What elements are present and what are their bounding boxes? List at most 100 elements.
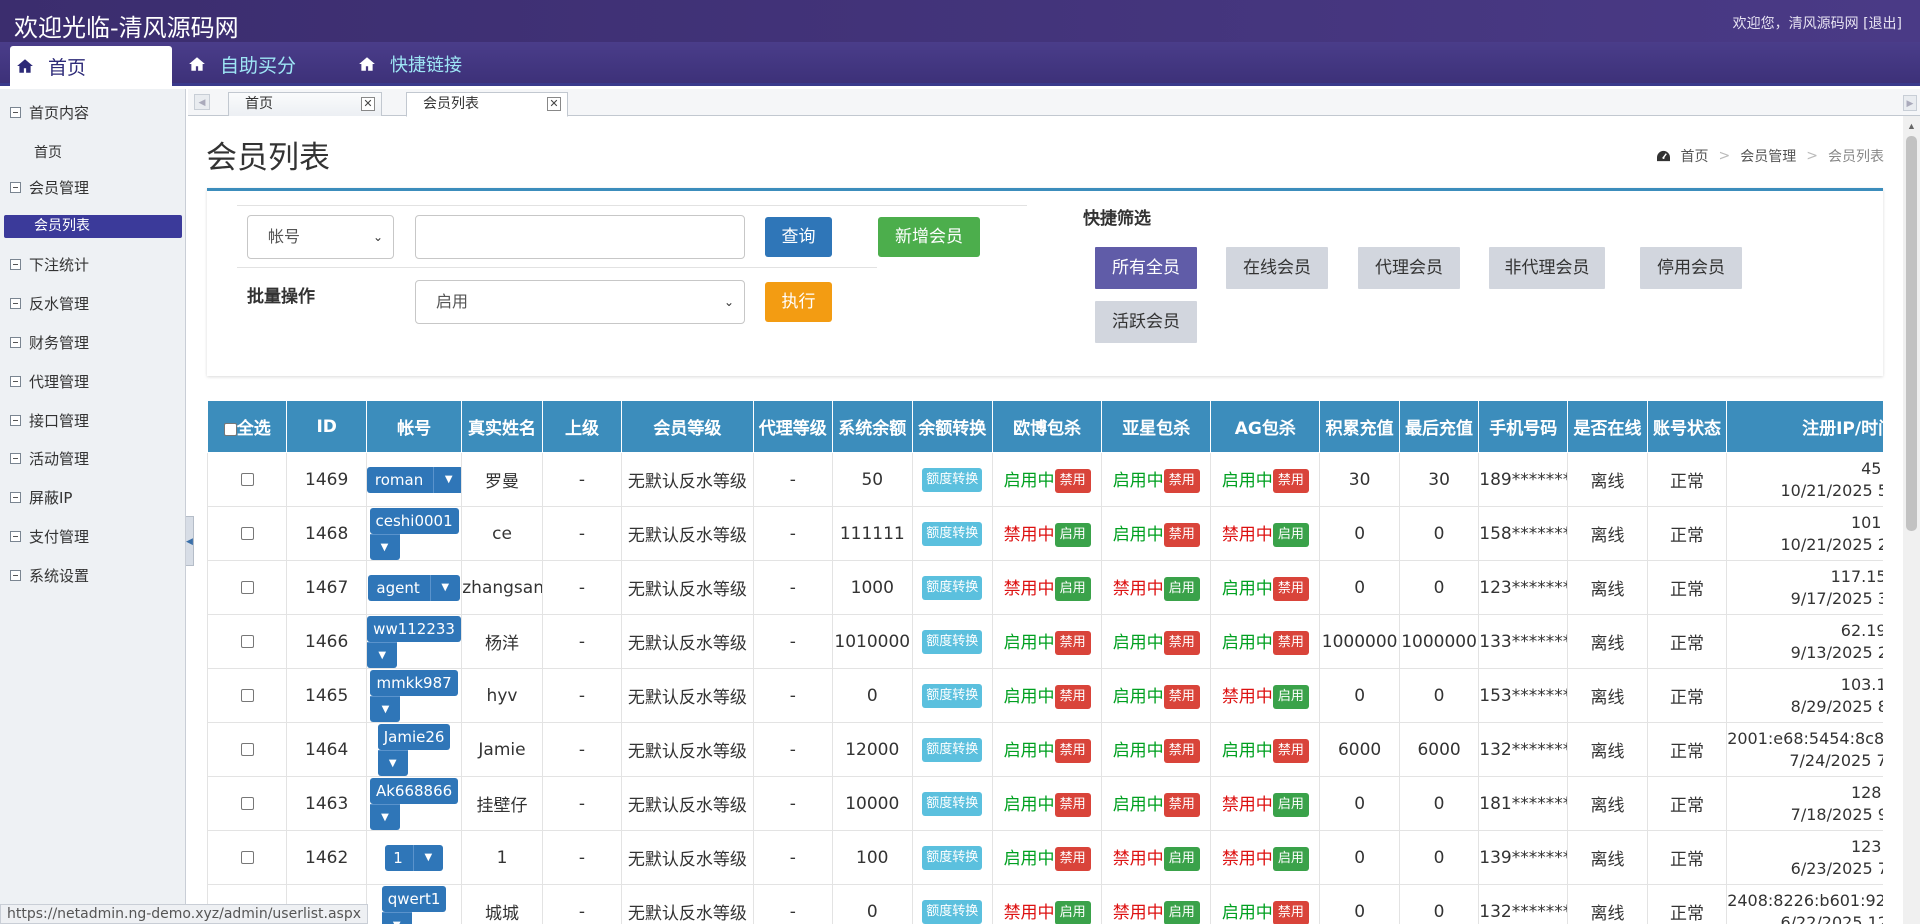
chevron-down-icon[interactable]: ▼: [369, 533, 400, 560]
account-button[interactable]: ceshi0001: [369, 507, 459, 534]
field-select[interactable]: 帐号 ⌄: [247, 215, 394, 259]
search-button[interactable]: 查询: [765, 217, 832, 257]
disable-button[interactable]: 禁用: [1163, 523, 1200, 547]
disable-button[interactable]: 禁用: [1272, 901, 1309, 924]
account-button[interactable]: Jamie26: [377, 723, 451, 750]
disable-button[interactable]: 禁用: [1054, 631, 1091, 655]
balance-transfer-button[interactable]: 额度转换: [922, 521, 983, 546]
row-checkbox[interactable]: [240, 635, 254, 648]
nav-tab-home[interactable]: 首页: [10, 46, 172, 86]
disable-button[interactable]: 禁用: [1272, 577, 1309, 601]
enable-button[interactable]: 启用: [1272, 523, 1309, 547]
account-dropdown[interactable]: Ak668866 ▼: [369, 777, 459, 830]
row-checkbox[interactable]: [240, 473, 254, 486]
account-dropdown[interactable]: roman ▼: [367, 466, 461, 493]
account-dropdown[interactable]: agent ▼: [368, 574, 460, 601]
account-dropdown[interactable]: qwert1▼: [381, 885, 447, 924]
enable-button[interactable]: 启用: [1054, 901, 1091, 924]
disable-button[interactable]: 禁用: [1054, 793, 1091, 817]
chevron-down-icon[interactable]: ▼: [367, 641, 398, 668]
disable-button[interactable]: 禁用: [1272, 631, 1309, 655]
tab-home[interactable]: 首页 ✕: [228, 92, 382, 116]
sidebar-subitem-member-list[interactable]: 会员列表: [4, 215, 182, 238]
close-icon[interactable]: ✕: [547, 97, 561, 111]
account-dropdown[interactable]: 1 ▼: [385, 844, 443, 871]
row-checkbox[interactable]: [240, 743, 254, 756]
row-checkbox[interactable]: [240, 689, 254, 702]
balance-transfer-button[interactable]: 额度转换: [922, 791, 983, 816]
sidebar-item-settings[interactable]: 系统设置: [10, 565, 89, 586]
sidebar-item-activity[interactable]: 活动管理: [10, 448, 89, 469]
arrow-right-icon[interactable]: ▶: [1903, 95, 1917, 111]
balance-transfer-button[interactable]: 额度转换: [922, 683, 983, 708]
balance-transfer-button[interactable]: 额度转换: [922, 575, 983, 600]
breadcrumb-member-management[interactable]: 会员管理: [1740, 146, 1796, 166]
sidebar-item-member-management[interactable]: 会员管理: [10, 177, 89, 198]
arrow-left-icon[interactable]: ◀: [194, 94, 210, 110]
row-checkbox[interactable]: [240, 581, 254, 594]
disable-button[interactable]: 禁用: [1054, 847, 1091, 871]
account-button[interactable]: mmkk987: [370, 669, 458, 696]
quick-filter-all[interactable]: 所有全员: [1095, 247, 1197, 289]
disable-button[interactable]: 禁用: [1163, 739, 1200, 763]
add-member-button[interactable]: 新增会员: [878, 217, 980, 257]
account-dropdown[interactable]: ww112233 ▼: [367, 615, 461, 668]
row-checkbox[interactable]: [240, 851, 254, 864]
quick-filter-active[interactable]: 活跃会员: [1095, 301, 1197, 343]
account-dropdown[interactable]: Jamie26 ▼: [377, 723, 451, 776]
chevron-down-icon[interactable]: ▼: [369, 803, 400, 830]
disable-button[interactable]: 禁用: [1054, 739, 1091, 763]
enable-button[interactable]: 启用: [1163, 901, 1200, 924]
disable-button[interactable]: 禁用: [1054, 685, 1091, 709]
scroll-up-arrow[interactable]: ▲: [1903, 118, 1920, 134]
account-dropdown[interactable]: ceshi0001 ▼: [369, 507, 459, 560]
balance-transfer-button[interactable]: 额度转换: [922, 467, 983, 492]
enable-button[interactable]: 启用: [1163, 577, 1200, 601]
sidebar-item-bet-stats[interactable]: 下注统计: [10, 254, 89, 275]
account-button[interactable]: qwert1: [381, 885, 447, 912]
breadcrumb-home[interactable]: 首页: [1681, 146, 1709, 166]
row-checkbox[interactable]: [240, 527, 254, 540]
disable-button[interactable]: 禁用: [1163, 793, 1200, 817]
quick-filter-non-agent[interactable]: 非代理会员: [1489, 247, 1605, 289]
tab-member-list[interactable]: 会员列表 ✕: [406, 92, 568, 117]
sidebar-item-rebate[interactable]: 反水管理: [10, 293, 89, 314]
balance-transfer-button[interactable]: 额度转换: [922, 629, 983, 654]
enable-button[interactable]: 启用: [1272, 793, 1309, 817]
disable-button[interactable]: 禁用: [1163, 631, 1200, 655]
sidebar-item-finance[interactable]: 财务管理: [10, 332, 89, 353]
row-checkbox[interactable]: [240, 797, 254, 810]
quick-filter-disabled[interactable]: 停用会员: [1640, 247, 1742, 289]
sidebar-collapse-handle[interactable]: ◀: [186, 516, 194, 566]
scrollbar-thumb[interactable]: [1906, 136, 1917, 531]
nav-tab-self-service[interactable]: 自助买分: [188, 42, 296, 86]
enable-button[interactable]: 启用: [1163, 847, 1200, 871]
sidebar-item-block-ip[interactable]: 屏蔽IP: [10, 487, 72, 508]
disable-button[interactable]: 禁用: [1163, 469, 1200, 493]
disable-button[interactable]: 禁用: [1054, 469, 1091, 493]
balance-transfer-button[interactable]: 额度转换: [922, 737, 983, 762]
chevron-down-icon[interactable]: ▼: [412, 844, 443, 871]
batch-select[interactable]: 启用 ⌄: [415, 280, 745, 324]
enable-button[interactable]: 启用: [1272, 847, 1309, 871]
chevron-down-icon[interactable]: ▼: [381, 911, 412, 924]
disable-button[interactable]: 禁用: [1163, 685, 1200, 709]
search-input[interactable]: [415, 215, 745, 259]
quick-filter-agent[interactable]: 代理会员: [1358, 247, 1460, 289]
account-button[interactable]: Ak668866: [369, 777, 459, 804]
chevron-down-icon[interactable]: ▼: [377, 749, 408, 776]
balance-transfer-button[interactable]: 额度转换: [922, 845, 983, 870]
select-all-checkbox[interactable]: [223, 422, 237, 436]
enable-button[interactable]: 启用: [1272, 685, 1309, 709]
balance-transfer-button[interactable]: 额度转换: [922, 899, 983, 924]
enable-button[interactable]: 启用: [1054, 523, 1091, 547]
sidebar-item-api[interactable]: 接口管理: [10, 410, 89, 431]
disable-button[interactable]: 禁用: [1272, 739, 1309, 763]
execute-button[interactable]: 执行: [765, 282, 832, 322]
sidebar-item-payment[interactable]: 支付管理: [10, 526, 89, 547]
sidebar-item-agent[interactable]: 代理管理: [10, 371, 89, 392]
account-button[interactable]: ww112233: [367, 615, 461, 642]
quick-filter-online[interactable]: 在线会员: [1226, 247, 1328, 289]
enable-button[interactable]: 启用: [1054, 577, 1091, 601]
chevron-down-icon[interactable]: ▼: [370, 695, 401, 722]
